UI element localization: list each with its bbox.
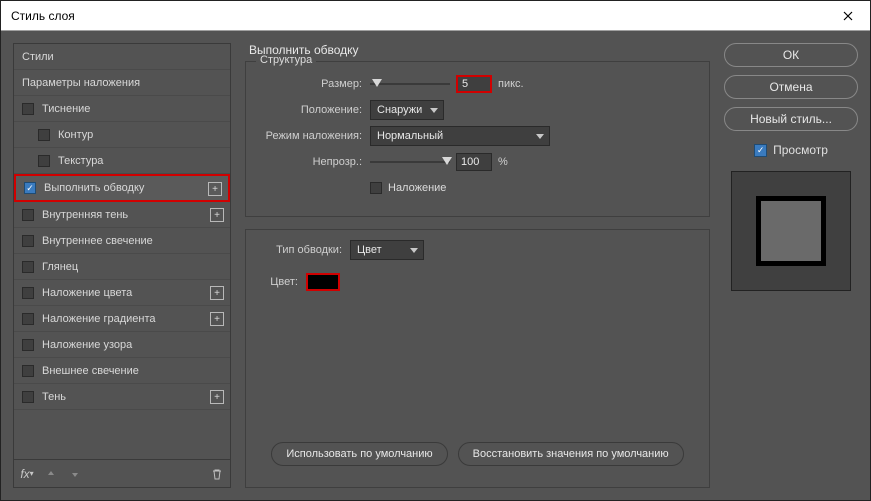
sidebar-item-label: Выполнить обводку [44, 182, 144, 194]
sidebar-item-label: Текстура [58, 155, 103, 167]
effect-checkbox[interactable] [22, 313, 34, 325]
sidebar-item-label: Глянец [42, 261, 78, 273]
structure-legend: Структура [256, 54, 316, 66]
opacity-unit: % [498, 156, 508, 168]
opacity-input[interactable] [456, 153, 492, 171]
sidebar-heading-blend[interactable]: Параметры наложения [14, 70, 230, 96]
add-effect-icon[interactable]: + [210, 390, 224, 404]
slider-thumb-icon [372, 79, 382, 87]
close-icon [843, 11, 853, 21]
opacity-label: Непрозр.: [260, 156, 370, 168]
fill-group: Тип обводки: Цвет Цвет: Использовать по … [245, 229, 710, 488]
sidebar-item[interactable]: Глянец [14, 254, 230, 280]
sidebar-item[interactable]: Внутреннее свечение [14, 228, 230, 254]
size-unit: пикс. [498, 78, 524, 90]
sidebar-item-label: Тень [42, 391, 66, 403]
window-title: Стиль слоя [11, 9, 75, 23]
ok-button[interactable]: ОК [724, 43, 858, 67]
titlebar: Стиль слоя [1, 1, 870, 31]
sidebar-item-label: Внешнее свечение [42, 365, 139, 377]
effect-checkbox[interactable] [24, 182, 36, 194]
right-panel: ОК Отмена Новый стиль... Просмотр [724, 43, 858, 488]
overprint-label: Наложение [388, 182, 446, 194]
cancel-button[interactable]: Отмена [724, 75, 858, 99]
slider-thumb-icon [442, 157, 452, 165]
fx-menu-icon[interactable]: fx▾ [20, 467, 34, 481]
size-input[interactable] [456, 75, 492, 93]
color-label: Цвет: [260, 276, 306, 288]
preview-checkbox[interactable] [754, 144, 767, 157]
new-style-button[interactable]: Новый стиль... [724, 107, 858, 131]
effect-checkbox[interactable] [22, 261, 34, 273]
blend-label: Режим наложения: [260, 130, 370, 142]
sidebar-heading-styles[interactable]: Стили [14, 44, 230, 70]
reset-default-button[interactable]: Восстановить значения по умолчанию [458, 442, 684, 466]
effect-checkbox[interactable] [22, 391, 34, 403]
effect-checkbox[interactable] [38, 129, 50, 141]
sidebar-item[interactable]: Тиснение [14, 96, 230, 122]
sidebar-item[interactable]: Текстура [14, 148, 230, 174]
opacity-slider[interactable] [370, 155, 450, 169]
overprint-checkbox[interactable] [370, 182, 382, 194]
sidebar-item[interactable]: Контур [14, 122, 230, 148]
sidebar-item[interactable]: Наложение градиента + [14, 306, 230, 332]
effect-checkbox[interactable] [22, 209, 34, 221]
add-effect-icon[interactable]: + [208, 182, 222, 196]
filltype-label: Тип обводки: [260, 244, 350, 256]
sidebar-item[interactable]: Внешнее свечение [14, 358, 230, 384]
sidebar-item-label: Наложение цвета [42, 287, 132, 299]
sidebar-item[interactable]: Выполнить обводку + [14, 174, 230, 202]
add-effect-icon[interactable]: + [210, 312, 224, 326]
add-effect-icon[interactable]: + [210, 286, 224, 300]
sidebar-item-label: Внутреннее свечение [42, 235, 153, 247]
add-effect-icon[interactable]: + [210, 208, 224, 222]
sidebar-item-label: Тиснение [42, 103, 90, 115]
move-down-icon[interactable] [68, 467, 82, 481]
filltype-select[interactable]: Цвет [350, 240, 424, 260]
preview-box [731, 171, 851, 291]
effect-checkbox[interactable] [22, 339, 34, 351]
blend-mode-select[interactable]: Нормальный [370, 126, 550, 146]
sidebar-item-label: Наложение узора [42, 339, 132, 351]
sidebar-footer: fx▾ [14, 459, 230, 487]
size-slider[interactable] [370, 77, 450, 91]
effect-checkbox[interactable] [22, 365, 34, 377]
trash-icon[interactable] [210, 467, 224, 481]
close-button[interactable] [826, 1, 870, 31]
sidebar-item[interactable]: Наложение узора [14, 332, 230, 358]
sidebar-item[interactable]: Наложение цвета + [14, 280, 230, 306]
effect-checkbox[interactable] [38, 155, 50, 167]
layer-style-dialog: Стиль слоя Стили Параметры наложения Тис… [0, 0, 871, 501]
structure-group: Структура Размер: пикс. Положение: Снару… [245, 61, 710, 217]
sidebar-item[interactable]: Внутренняя тень + [14, 202, 230, 228]
sidebar-item-label: Внутренняя тень [42, 209, 128, 221]
position-label: Положение: [260, 104, 370, 116]
sidebar-item-label: Контур [58, 129, 93, 141]
effect-checkbox[interactable] [22, 287, 34, 299]
preview-label: Просмотр [773, 143, 828, 157]
move-up-icon[interactable] [44, 467, 58, 481]
position-select[interactable]: Снаружи [370, 100, 444, 120]
size-label: Размер: [260, 78, 370, 90]
sidebar-item[interactable]: Тень + [14, 384, 230, 410]
preview-swatch [756, 196, 826, 266]
settings-panel: Выполнить обводку Структура Размер: пикс… [245, 43, 710, 488]
styles-sidebar: Стили Параметры наложения Тиснение Контур… [13, 43, 231, 488]
effect-checkbox[interactable] [22, 103, 34, 115]
make-default-button[interactable]: Использовать по умолчанию [271, 442, 447, 466]
sidebar-item-label: Наложение градиента [42, 313, 156, 325]
color-swatch[interactable] [306, 273, 340, 291]
effect-checkbox[interactable] [22, 235, 34, 247]
